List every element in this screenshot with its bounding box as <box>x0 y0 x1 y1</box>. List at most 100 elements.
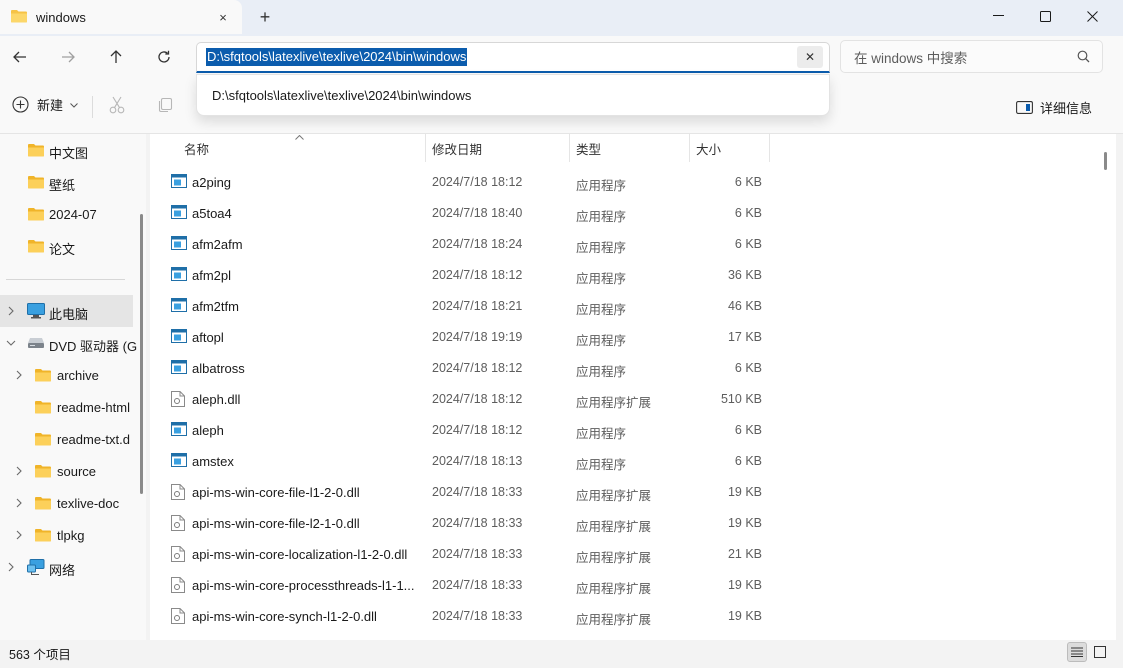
arrow-left-icon <box>13 51 26 63</box>
file-size: 6 KB <box>734 237 762 251</box>
details-view-button[interactable] <box>1067 642 1087 662</box>
address-path[interactable]: D:\sfqtools\latexlive\texlive\2024\bin\w… <box>206 48 468 66</box>
file-size: 510 KB <box>720 392 762 406</box>
sidebar-item-network[interactable]: 网络 <box>0 551 133 583</box>
file-size: 17 KB <box>727 330 762 344</box>
file-row[interactable]: a2ping 2024/7/18 18:12 应用程序 6 KB <box>167 166 767 197</box>
sidebar-item-zhongwentu[interactable]: 中文图 <box>0 134 133 166</box>
column-header-type[interactable]: 类型 <box>570 134 690 162</box>
sidebar-item-bizhi[interactable]: 壁纸 <box>0 166 133 198</box>
file-row[interactable]: amstex 2024/7/18 18:13 应用程序 6 KB <box>167 445 767 476</box>
sidebar-item-source[interactable]: source <box>0 455 133 487</box>
sidebar-item-texlive-doc[interactable]: texlive-doc <box>0 487 133 519</box>
close-window-button[interactable] <box>1069 0 1115 32</box>
file-row[interactable]: aftopl 2024/7/18 19:19 应用程序 17 KB <box>167 321 767 352</box>
file-type: 应用程序扩展 <box>576 520 652 534</box>
copy-button[interactable] <box>157 97 173 116</box>
file-row[interactable]: a5toa4 2024/7/18 18:40 应用程序 6 KB <box>167 197 767 228</box>
sidebar-item-label: 壁纸 <box>49 178 76 193</box>
maximize-button[interactable] <box>1022 0 1068 32</box>
tab-title: windows <box>36 9 86 25</box>
sidebar-item-label: 论文 <box>49 242 76 257</box>
application-icon <box>171 298 187 315</box>
chevron-right-icon[interactable] <box>14 530 24 540</box>
column-header-name[interactable]: 名称 <box>150 134 426 162</box>
suggestion-text: D:\sfqtools\latexlive\texlive\2024\bin\w… <box>212 87 472 103</box>
folder-icon <box>28 239 44 256</box>
chevron-right-icon[interactable] <box>14 498 24 508</box>
chevron-right-icon[interactable] <box>14 370 24 380</box>
file-size: 19 KB <box>727 485 762 499</box>
search-box[interactable]: 在 windows 中搜索 <box>840 40 1103 73</box>
clear-address-icon[interactable]: ✕ <box>797 46 823 68</box>
sidebar-item-dvd-drive[interactable]: DVD 驱动器 (G <box>0 327 137 359</box>
file-list-scrollbar[interactable] <box>1104 152 1107 170</box>
chevron-right-icon[interactable] <box>14 466 24 476</box>
sidebar-item-readme-html[interactable]: readme-html <box>0 391 133 423</box>
details-label: 详细信息 <box>1040 101 1093 116</box>
file-name: a2ping <box>192 175 232 190</box>
file-name: api-ms-win-core-file-l1-2-0.dll <box>192 485 360 500</box>
title-bar: windows × + <box>0 0 1123 36</box>
up-button[interactable] <box>100 41 132 73</box>
file-date: 2024/7/18 18:33 <box>432 578 523 592</box>
address-bar[interactable]: D:\sfqtools\latexlive\texlive\2024\bin\w… <box>196 42 830 73</box>
file-type: 应用程序 <box>576 303 627 317</box>
application-icon <box>171 236 187 253</box>
file-row[interactable]: api-ms-win-core-localization-l1-2-0.dll 2… <box>167 538 767 569</box>
file-date: 2024/7/18 18:12 <box>432 268 523 282</box>
computer-icon <box>27 303 45 322</box>
new-button[interactable]: 新建 <box>12 95 78 114</box>
file-size: 19 KB <box>727 578 762 592</box>
file-row[interactable]: api-ms-win-core-file-l1-2-0.dll 2024/7/18… <box>167 476 767 507</box>
file-row[interactable]: aleph 2024/7/18 18:12 应用程序 6 KB <box>167 414 767 445</box>
file-row[interactable]: api-ms-win-core-file-l2-1-0.dll 2024/7/18… <box>167 507 767 538</box>
file-size: 6 KB <box>734 423 762 437</box>
file-date: 2024/7/18 18:33 <box>432 485 523 499</box>
file-row[interactable]: albatross 2024/7/18 18:12 应用程序 6 KB <box>167 352 767 383</box>
file-row[interactable]: api-ms-win-core-synch-l1-2-0.dll 2024/7/1… <box>167 600 767 631</box>
file-size: 19 KB <box>727 516 762 530</box>
application-icon <box>171 205 187 222</box>
scissors-icon <box>109 96 125 114</box>
chevron-right-icon[interactable] <box>6 306 16 316</box>
file-type: 应用程序 <box>576 272 627 286</box>
sidebar-scrollbar[interactable] <box>140 214 143 494</box>
cut-button[interactable] <box>108 96 126 117</box>
minimize-button[interactable] <box>975 0 1021 32</box>
file-row[interactable]: afm2tfm 2024/7/18 18:21 应用程序 46 KB <box>167 290 767 321</box>
file-date: 2024/7/18 18:33 <box>432 547 523 561</box>
sidebar-item-readme-txt[interactable]: readme-txt.d <box>0 423 133 455</box>
file-row[interactable]: api-ms-win-core-processthreads-l1-1... 20… <box>167 569 767 600</box>
file-date: 2024/7/18 18:24 <box>432 237 523 251</box>
chevron-down-icon[interactable] <box>6 338 16 348</box>
sidebar-item-lunwen[interactable]: 论文 <box>0 230 133 262</box>
application-icon <box>171 453 187 470</box>
tiles-view-icon <box>1094 646 1106 658</box>
details-button[interactable]: 详细信息 <box>1016 98 1092 117</box>
tiles-view-button[interactable] <box>1090 642 1110 662</box>
sidebar-item-archive[interactable]: archive <box>0 359 133 391</box>
sidebar-item-2024-07[interactable]: 2024-07 <box>0 198 133 230</box>
file-row[interactable]: aleph.dll 2024/7/18 18:12 应用程序扩展 510 KB <box>167 383 767 414</box>
sidebar-item-label: 中文图 <box>49 146 89 161</box>
application-icon <box>171 360 187 377</box>
chevron-right-icon[interactable] <box>6 562 16 572</box>
address-suggestion[interactable]: D:\sfqtools\latexlive\texlive\2024\bin\w… <box>196 74 830 116</box>
file-name: afm2pl <box>192 268 232 283</box>
refresh-button[interactable] <box>148 41 180 73</box>
back-button[interactable] <box>4 41 36 73</box>
column-header-size[interactable]: 大小 <box>690 134 770 162</box>
column-header-date[interactable]: 修改日期 <box>426 134 570 162</box>
file-date: 2024/7/18 18:13 <box>432 454 523 468</box>
new-tab-button[interactable]: + <box>252 4 278 30</box>
sidebar-item-this-pc[interactable]: 此电脑 <box>0 295 133 327</box>
forward-button[interactable] <box>52 41 84 73</box>
file-row[interactable]: afm2afm 2024/7/18 18:24 应用程序 6 KB <box>167 228 767 259</box>
file-name: api-ms-win-core-synch-l1-2-0.dll <box>192 609 377 624</box>
close-tab-icon[interactable]: × <box>210 4 236 30</box>
tab-windows[interactable]: windows × <box>0 0 242 34</box>
file-row[interactable]: afm2pl 2024/7/18 18:12 应用程序 36 KB <box>167 259 767 290</box>
sidebar-item-tlpkg[interactable]: tlpkg <box>0 519 133 551</box>
file-size: 21 KB <box>727 547 762 561</box>
